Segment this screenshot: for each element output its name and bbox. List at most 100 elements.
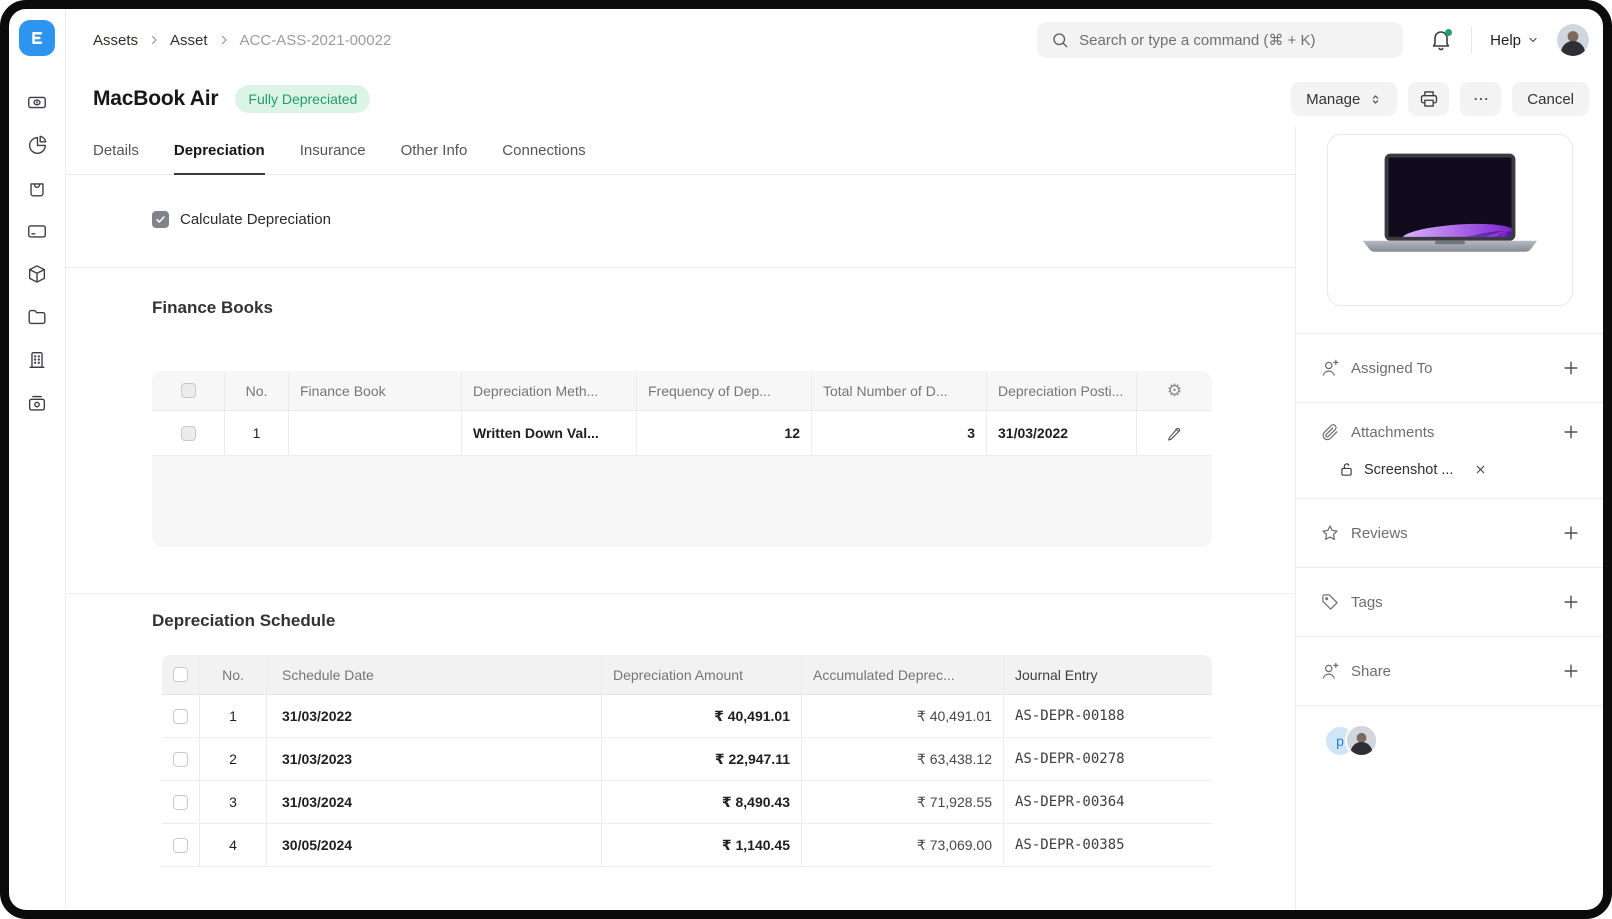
remove-attachment-icon[interactable] — [1474, 463, 1487, 476]
ellipsis-icon — [1472, 90, 1490, 108]
row-checkbox[interactable] — [181, 426, 196, 441]
frequency-cell[interactable]: 12 — [637, 411, 812, 455]
tab-other-info[interactable]: Other Info — [401, 127, 468, 175]
tab-insurance[interactable]: Insurance — [300, 127, 366, 175]
pie-chart-icon[interactable] — [25, 133, 49, 157]
add-review-button[interactable] — [1561, 523, 1581, 543]
macbook-product-image — [1341, 145, 1559, 295]
row-checkbox[interactable] — [173, 709, 188, 724]
document-header: MacBook Air Fully Depreciated Manage Can… — [66, 71, 1603, 127]
depreciation-amount-cell[interactable]: ₹ 22,947.11 — [602, 738, 802, 780]
depreciation-amount-cell[interactable]: ₹ 1,140.45 — [602, 824, 802, 866]
folder-icon[interactable] — [25, 305, 49, 329]
topbar-divider — [1471, 27, 1472, 53]
column-header-depreciation-method: Depreciation Meth... — [462, 371, 637, 410]
package-icon[interactable] — [25, 262, 49, 286]
accumulated-cell[interactable]: ₹ 73,069.00 — [802, 824, 1004, 866]
add-attachment-button[interactable] — [1561, 422, 1581, 442]
schedule-date-cell[interactable]: 31/03/2022 — [267, 695, 602, 737]
depreciation-amount-cell[interactable]: ₹ 8,490.43 — [602, 781, 802, 823]
tab-depreciation[interactable]: Depreciation — [174, 127, 265, 175]
manage-button[interactable]: Manage — [1291, 82, 1397, 116]
calculate-depreciation-checkbox[interactable] — [152, 211, 169, 228]
app-sidebar — [9, 9, 66, 910]
depreciation-method-cell[interactable]: Written Down Val... — [462, 411, 637, 455]
edit-row-pencil-icon[interactable] — [1166, 425, 1183, 442]
tags-section: Tags — [1296, 567, 1603, 636]
chevron-down-icon — [1527, 34, 1539, 46]
more-menu-button[interactable] — [1460, 82, 1501, 116]
column-header-accumulated: Accumulated Deprec... — [802, 655, 1004, 694]
search-input[interactable] — [1079, 32, 1389, 49]
accumulated-cell[interactable]: ₹ 71,928.55 — [802, 781, 1004, 823]
tab-connections[interactable]: Connections — [502, 127, 585, 175]
printer-icon — [1419, 89, 1439, 109]
select-all-checkbox[interactable] — [173, 667, 188, 682]
asset-image-card[interactable] — [1327, 134, 1573, 306]
form-tabs: Details Depreciation Insurance Other Inf… — [66, 127, 1295, 175]
status-badge: Fully Depreciated — [235, 85, 370, 113]
schedule-date-cell[interactable]: 31/03/2023 — [267, 738, 602, 780]
breadcrumb-asset[interactable]: Asset — [170, 32, 208, 49]
unlock-icon[interactable] — [1338, 461, 1355, 478]
building-icon[interactable] — [25, 348, 49, 372]
owner-avatar[interactable] — [1345, 724, 1378, 757]
erpnext-logo[interactable] — [19, 20, 55, 56]
attachment-item: Screenshot ... — [1338, 461, 1581, 478]
global-search[interactable] — [1037, 22, 1403, 58]
credit-card-icon[interactable] — [25, 219, 49, 243]
column-header-journal-entry: Journal Entry — [1004, 655, 1212, 694]
select-chevrons-icon — [1369, 93, 1382, 106]
select-all-checkbox[interactable] — [181, 383, 196, 398]
grid-settings-gear-icon[interactable]: ⚙ — [1167, 382, 1182, 399]
accumulated-cell[interactable]: ₹ 40,491.01 — [802, 695, 1004, 737]
schedule-date-cell[interactable]: 30/05/2024 — [267, 824, 602, 866]
print-button[interactable] — [1408, 82, 1449, 116]
cancel-button[interactable]: Cancel — [1512, 82, 1589, 116]
journal-entry-link[interactable]: AS-DEPR-00364 — [1004, 781, 1212, 823]
chevron-right-icon — [148, 34, 160, 46]
add-assignment-button[interactable] — [1561, 358, 1581, 378]
finance-books-header-row: No. Finance Book Depreciation Meth... Fr… — [152, 371, 1212, 411]
finance-book-cell[interactable] — [289, 411, 462, 455]
attachment-file-link[interactable]: Screenshot ... — [1364, 462, 1453, 478]
column-header-depreciation-amount: Depreciation Amount — [602, 655, 802, 694]
journal-entry-link[interactable]: AS-DEPR-00188 — [1004, 695, 1212, 737]
row-checkbox[interactable] — [173, 795, 188, 810]
finance-book-row: 1 Written Down Val... 12 3 31/03/2022 — [152, 411, 1212, 456]
posting-date-cell[interactable]: 31/03/2022 — [987, 411, 1137, 455]
schedule-date-cell[interactable]: 31/03/2024 — [267, 781, 602, 823]
shared-with-avatars: p — [1296, 705, 1603, 757]
row-checkbox[interactable] — [173, 752, 188, 767]
attachments-section: Attachments Screenshot ... — [1296, 402, 1603, 498]
total-depreciations-cell[interactable]: 3 — [812, 411, 987, 455]
add-tag-button[interactable] — [1561, 592, 1581, 612]
help-menu[interactable]: Help — [1490, 32, 1539, 49]
user-plus-icon — [1320, 358, 1340, 378]
breadcrumb-assets[interactable]: Assets — [93, 32, 138, 49]
calculate-depreciation-field: Calculate Depreciation — [152, 211, 1295, 228]
tab-details[interactable]: Details — [93, 127, 139, 175]
add-share-button[interactable] — [1561, 661, 1581, 681]
side-panel: Assigned To Attachments — [1295, 127, 1603, 910]
assigned-to-label: Assigned To — [1351, 360, 1432, 377]
row-checkbox[interactable] — [173, 838, 188, 853]
section-divider — [66, 267, 1295, 268]
row-number: 1 — [225, 411, 289, 455]
depreciation-amount-cell[interactable]: ₹ 40,491.01 — [602, 695, 802, 737]
row-number: 3 — [200, 781, 267, 823]
top-navbar: Assets Asset ACC-ASS-2021-00022 Help — [66, 9, 1603, 71]
schedule-row: 2 31/03/2023 ₹ 22,947.11 ₹ 63,438.12 AS-… — [162, 738, 1212, 781]
notifications-bell-icon[interactable] — [1429, 28, 1453, 52]
user-avatar[interactable] — [1557, 24, 1589, 56]
money-icon[interactable] — [25, 90, 49, 114]
check-icon — [155, 214, 166, 225]
accumulated-cell[interactable]: ₹ 63,438.12 — [802, 738, 1004, 780]
header-actions: Manage Cancel — [1291, 82, 1589, 116]
asset-camera-icon[interactable] — [25, 391, 49, 415]
journal-entry-link[interactable]: AS-DEPR-00278 — [1004, 738, 1212, 780]
shopping-bag-icon[interactable] — [25, 176, 49, 200]
help-label: Help — [1490, 32, 1521, 49]
depreciation-schedule-grid: No. Schedule Date Depreciation Amount Ac… — [162, 655, 1212, 867]
journal-entry-link[interactable]: AS-DEPR-00385 — [1004, 824, 1212, 866]
